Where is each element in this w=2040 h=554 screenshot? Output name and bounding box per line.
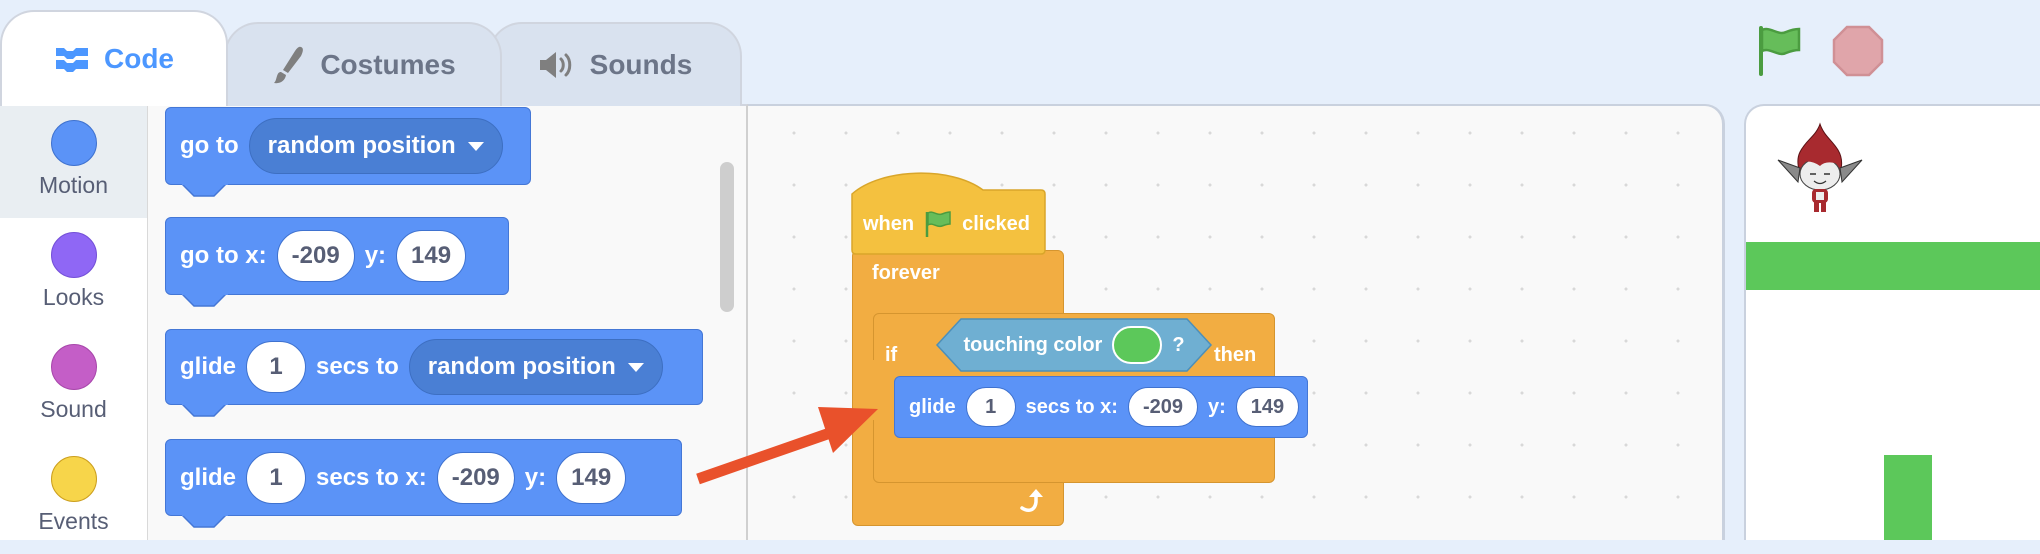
secs-input[interactable]: 1 [246,451,307,504]
block-label: secs to x: [316,463,427,491]
loop-arrow-icon [1020,489,1043,512]
block-label: glide [180,463,237,491]
block-notch [182,293,228,307]
block-label: go to x: [180,242,267,269]
green-flag-icon [925,211,951,237]
dropdown-caret-icon [467,141,484,151]
block-label: secs to x: [1025,395,1118,418]
category-label: Motion [38,172,109,198]
palette-block-go-to-xy[interactable]: go to x: -209 y: 149 [165,217,509,295]
block-label: glide [909,395,956,418]
block-label: glide [180,353,237,380]
palette-block-go-to-menu[interactable]: go to random position [165,107,531,185]
sound-category-icon [50,344,97,390]
script-glide-block[interactable]: glide 1 secs to x: -209 y: 149 [894,376,1308,438]
code-blocks-icon [54,46,90,72]
annotation-arrow-icon [696,407,878,485]
green-wall-vertical [1884,455,1932,540]
category-menu: Motion Looks Sound Events [0,104,148,540]
green-flag-button[interactable] [1756,24,1806,76]
palette-scrollbar[interactable] [720,162,734,312]
events-category-icon [50,456,97,502]
block-label: y: [1207,395,1226,418]
block-label: y: [364,242,387,269]
speaker-icon [538,49,576,81]
position-dropdown[interactable]: random position [408,339,663,395]
paintbrush-icon [270,45,306,85]
category-label: Looks [42,284,105,310]
palette-block-glide-menu[interactable]: glide 1 secs to random position [165,329,703,405]
hat-label-when: when [863,212,915,235]
category-events[interactable]: Events [0,442,147,554]
color-picker-swatch[interactable] [1112,326,1163,364]
category-label: Events [38,508,109,534]
red-elf-sprite[interactable] [1776,122,1864,216]
touching-color-block[interactable]: touching color ? [935,318,1213,372]
dropdown-value: random position [267,132,456,159]
looks-category-icon [50,232,97,278]
then-label: then [1214,344,1257,366]
y-input[interactable]: 149 [1235,387,1300,427]
tab-sounds-label: Sounds [589,49,693,80]
block-label: y: [524,463,547,491]
category-label: Sound [40,396,107,422]
stop-button[interactable] [1831,24,1885,78]
block-palette: go to random position go to x: -209 y: 1… [148,104,748,540]
category-motion[interactable]: Motion [0,106,147,218]
category-sound[interactable]: Sound [0,330,147,442]
y-input[interactable]: 149 [556,451,627,504]
x-input[interactable]: -209 [436,451,515,504]
green-wall-horizontal [1746,242,2040,290]
secs-input[interactable]: 1 [246,341,307,393]
block-label: secs to [316,353,399,380]
condition-label: touching color [963,333,1103,356]
dropdown-caret-icon [627,362,644,372]
forever-label: forever [872,262,940,284]
when-flag-clicked-block[interactable]: when clicked [863,210,1030,238]
stop-icon [1832,25,1884,77]
tab-sounds[interactable]: Sounds [488,22,742,106]
position-dropdown[interactable]: random position [248,118,503,174]
secs-input[interactable]: 1 [965,387,1016,427]
tab-costumes[interactable]: Costumes [224,22,502,106]
dropdown-value: random position [427,353,616,380]
tab-code[interactable]: Code [0,10,228,106]
hat-label-clicked: clicked [962,212,1030,235]
block-notch [182,514,228,528]
x-input[interactable]: -209 [276,230,355,282]
motion-category-icon [50,120,97,166]
stage[interactable] [1744,104,2040,540]
palette-block-glide-xy[interactable]: glide 1 secs to x: -209 y: 149 [165,439,682,516]
tab-costumes-label: Costumes [320,49,456,80]
tab-code-label: Code [104,43,174,74]
x-input[interactable]: -209 [1127,387,1198,427]
block-notch [182,403,228,417]
category-looks[interactable]: Looks [0,218,147,330]
block-notch [182,183,228,197]
green-flag-icon [1759,26,1801,76]
script-area[interactable]: forever if then touching color ? glide 1… [748,104,1725,540]
block-label: go to [180,132,239,159]
y-input[interactable]: 149 [396,230,467,282]
if-label: if [885,344,898,366]
condition-question: ? [1172,333,1185,356]
